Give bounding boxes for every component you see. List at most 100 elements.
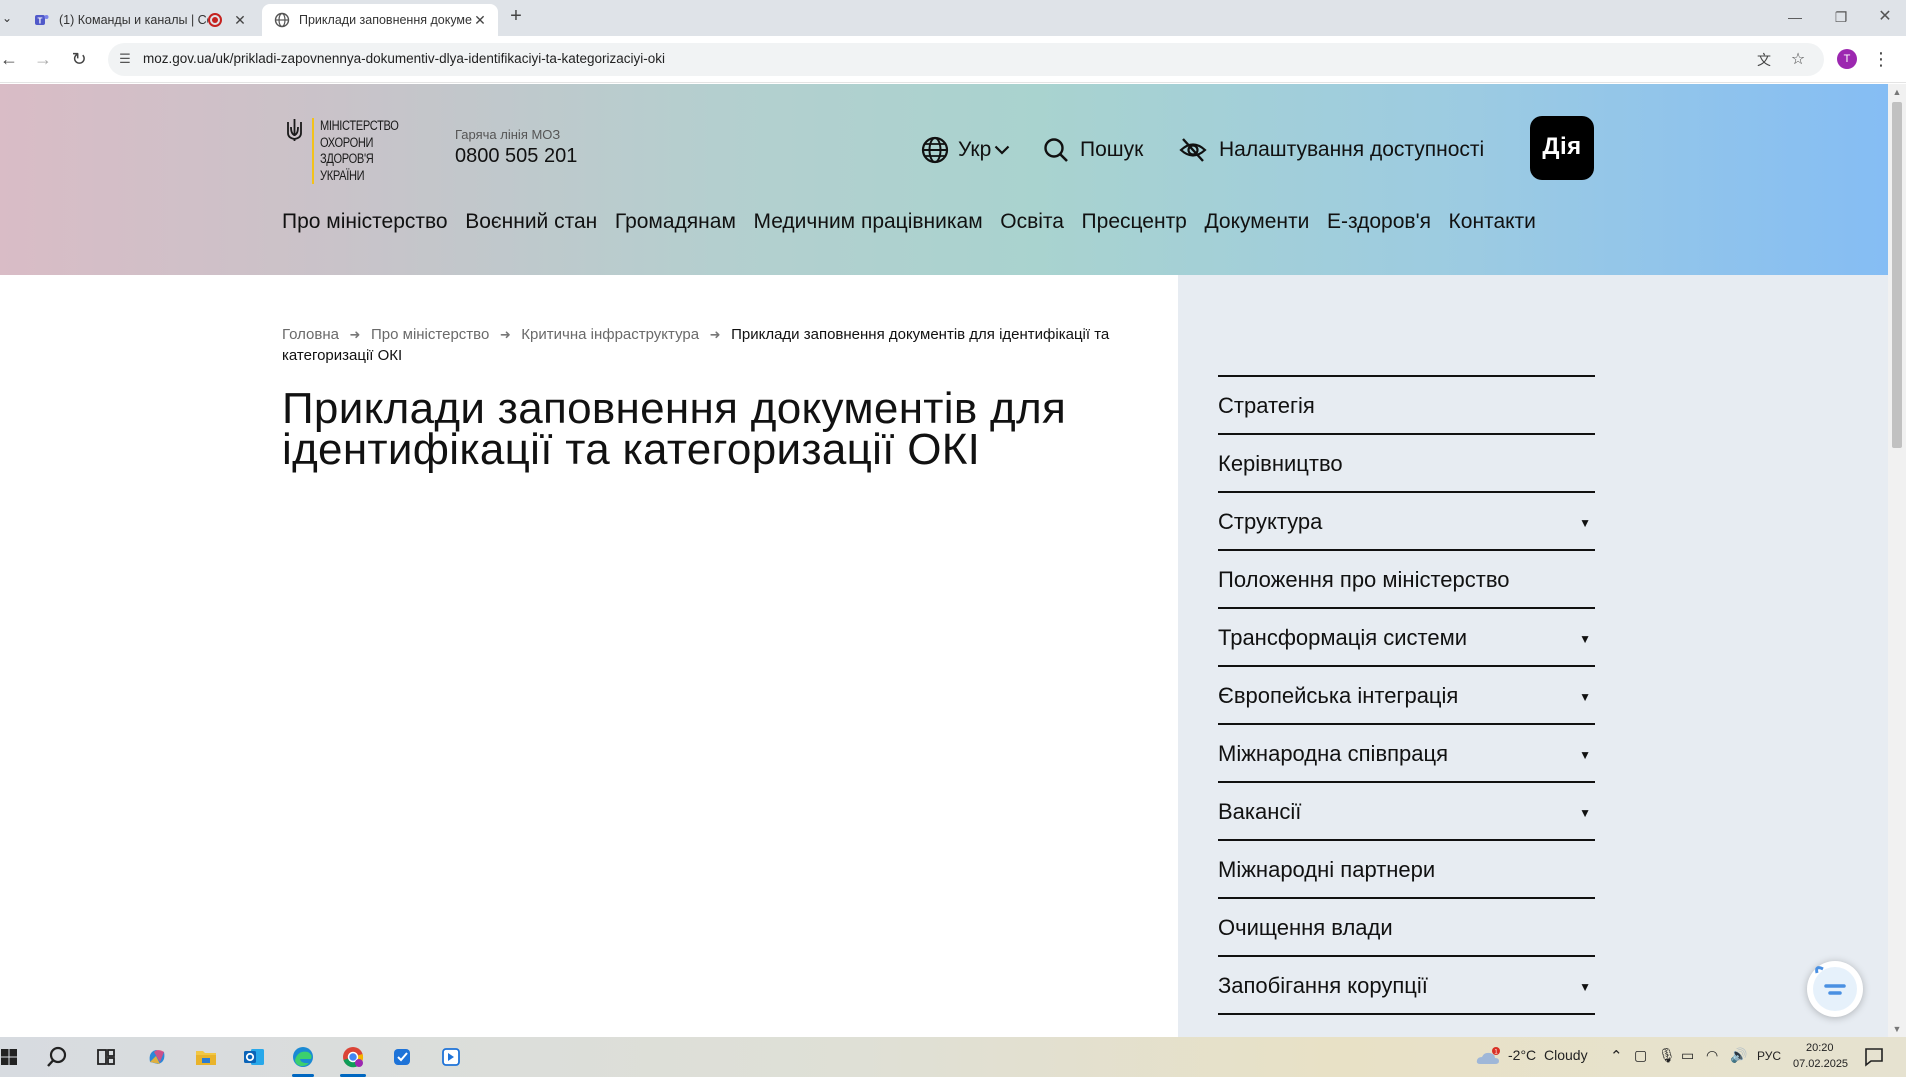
- nav-item-e-health[interactable]: Е-здоров'я: [1327, 210, 1431, 234]
- nav-item-contacts[interactable]: Контакти: [1449, 210, 1536, 234]
- scroll-up-arrow-icon[interactable]: ▲: [1888, 84, 1906, 100]
- tab-title: (1) Команды и каналы | Co: [59, 13, 208, 27]
- sidebar-item-regulations[interactable]: Положення про міністерство: [1218, 551, 1595, 609]
- task-view-icon[interactable]: [93, 1044, 119, 1070]
- accessibility-settings-button[interactable]: Налаштування доступності: [1179, 134, 1484, 166]
- sidebar-item-vacancies[interactable]: Вакансії ▼: [1218, 783, 1595, 841]
- nav-item-martial-law[interactable]: Воєнний стан: [465, 210, 597, 234]
- globe-icon: [274, 12, 290, 28]
- breadcrumb: Головна ➜ Про міністерство ➜ Критична інфрас…: [282, 324, 1152, 366]
- tab-title: Приклади заповнення докуме: [299, 13, 472, 27]
- clock-date[interactable]: 07.02.2025: [1793, 1058, 1848, 1070]
- page-scrollbar[interactable]: ▲ ▼: [1888, 84, 1906, 1037]
- caret-down-icon: ▼: [1579, 632, 1591, 646]
- sidebar-item-lustration[interactable]: Очищення влади: [1218, 899, 1595, 957]
- tab-search-dropdown[interactable]: ⌄: [0, 8, 14, 28]
- new-tab-button[interactable]: +: [505, 6, 527, 28]
- back-icon[interactable]: ←: [0, 46, 22, 72]
- profile-avatar[interactable]: T: [1837, 49, 1857, 69]
- address-bar[interactable]: ☰ moz.gov.ua/uk/prikladi-zapovnennya-dok…: [108, 43, 1824, 76]
- language-switcher[interactable]: Укр: [921, 134, 1010, 166]
- sidebar-item-european-integration[interactable]: Європейська інтеграція ▼: [1218, 667, 1595, 725]
- meet-now-icon[interactable]: ▢: [1634, 1047, 1647, 1064]
- reload-icon[interactable]: ↻: [66, 46, 92, 72]
- windows-taskbar: 1 -2°C Cloudy ⌃ ▢ 🎙 ▭ ◠ 🔊 РУС 20:20 07.0…: [0, 1037, 1906, 1077]
- caret-down-icon: ▼: [1579, 980, 1591, 994]
- file-explorer-icon[interactable]: [193, 1044, 219, 1070]
- sidebar-item-system-transformation[interactable]: Трансформація системи ▼: [1218, 609, 1595, 667]
- sidebar-item-international-partners[interactable]: Міжнародні партнери: [1218, 841, 1595, 899]
- bookmark-star-icon[interactable]: ☆: [1787, 49, 1809, 71]
- search-button[interactable]: Пошук: [1043, 134, 1143, 166]
- search-icon: [1044, 138, 1068, 162]
- forward-icon[interactable]: →: [30, 46, 56, 72]
- sidebar-item-structure[interactable]: Структура ▼: [1218, 493, 1595, 551]
- outlook-icon[interactable]: [241, 1044, 267, 1070]
- logo-accent-bar: [312, 118, 314, 184]
- trident-icon: [287, 119, 302, 141]
- search-icon[interactable]: [44, 1044, 70, 1070]
- sidebar-item-leadership[interactable]: Керівництво: [1218, 435, 1595, 493]
- caret-down-icon: ▼: [1579, 516, 1591, 530]
- logo-text: МІНІСТЕРСТВО ОХОРОНИ ЗДОРОВ'Я УКРАЇНИ: [320, 118, 399, 183]
- nav-item-education[interactable]: Освіта: [1000, 210, 1064, 234]
- site-settings-icon[interactable]: ☰: [116, 50, 134, 68]
- caret-down-icon: ▼: [1579, 690, 1591, 704]
- nav-item-documents[interactable]: Документи: [1204, 210, 1309, 234]
- browser-tab-active[interactable]: Приклади заповнення докуме ✕: [262, 4, 498, 36]
- browser-tab-strip: ⌄ T (1) Команды и каналы | Co ✕ Приклади…: [0, 0, 1906, 36]
- translate-icon[interactable]: 文: [1753, 49, 1775, 71]
- nav-item-citizens[interactable]: Громадянам: [615, 210, 736, 234]
- battery-icon[interactable]: ▭: [1681, 1047, 1694, 1064]
- volume-icon[interactable]: 🔊: [1730, 1047, 1747, 1064]
- eye-off-icon: [1179, 138, 1207, 162]
- sidebar-item-strategy[interactable]: Стратегія: [1218, 377, 1595, 435]
- search-label: Пошук: [1080, 138, 1144, 161]
- microphone-icon[interactable]: 🎙: [1658, 1047, 1676, 1064]
- minimize-window-icon[interactable]: —: [1772, 0, 1818, 34]
- clock-time[interactable]: 20:20: [1806, 1042, 1834, 1054]
- svg-text:T: T: [38, 17, 43, 26]
- caret-down-icon: ▼: [1579, 806, 1591, 820]
- app-icon-blue-square[interactable]: [389, 1044, 415, 1070]
- close-tab-icon[interactable]: ✕: [472, 12, 488, 29]
- windows-start-icon[interactable]: [0, 1044, 22, 1070]
- show-hidden-icons-chevron-icon[interactable]: ⌃: [1610, 1047, 1623, 1065]
- wifi-icon[interactable]: ◠: [1706, 1047, 1718, 1064]
- nav-item-about-ministry[interactable]: Про міністерство: [282, 210, 448, 234]
- breadcrumb-link-about[interactable]: Про міністерство: [371, 326, 489, 343]
- hotline-number[interactable]: 0800 505 201: [455, 145, 577, 168]
- close-window-icon[interactable]: ✕: [1862, 0, 1906, 34]
- sidebar-item-international-cooperation[interactable]: Міжнародна співпраця ▼: [1218, 725, 1595, 783]
- copilot-icon[interactable]: [144, 1044, 170, 1070]
- browser-menu-icon[interactable]: ⋮: [1872, 48, 1890, 70]
- breadcrumb-link-critical-infrastructure[interactable]: Критична інфраструктура: [521, 326, 699, 343]
- sidebar-navigation: Стратегія Керівництво Структура ▼ Положен…: [1218, 375, 1595, 1015]
- scroll-down-arrow-icon[interactable]: ▼: [1888, 1021, 1906, 1037]
- edge-icon[interactable]: [290, 1044, 316, 1070]
- arrow-right-icon: ➜: [499, 327, 511, 342]
- input-language[interactable]: РУС: [1757, 1049, 1781, 1063]
- arrow-right-icon: ➜: [709, 327, 721, 342]
- url-text[interactable]: moz.gov.ua/uk/prikladi-zapovnennya-dokum…: [143, 51, 665, 66]
- chrome-icon[interactable]: [340, 1044, 366, 1070]
- nav-item-press-center[interactable]: Пресцентр: [1082, 210, 1187, 234]
- page-viewport: МІНІСТЕРСТВО ОХОРОНИ ЗДОРОВ'Я УКРАЇНИ Га…: [0, 84, 1888, 1037]
- ministry-logo[interactable]: МІНІСТЕРСТВО ОХОРОНИ ЗДОРОВ'Я УКРАЇНИ: [286, 118, 416, 184]
- nav-item-medical-workers[interactable]: Медичним працівникам: [753, 210, 982, 234]
- app-icon-remote[interactable]: [438, 1044, 464, 1070]
- scroll-thumb[interactable]: [1892, 102, 1902, 448]
- browser-tab-teams[interactable]: T (1) Команды и каналы | Co ✕: [22, 4, 258, 36]
- breadcrumb-link-home[interactable]: Головна: [282, 326, 339, 343]
- weather-cloudy-icon[interactable]: 1: [1476, 1047, 1502, 1067]
- notification-center-icon[interactable]: [1863, 1046, 1885, 1068]
- sidebar-item-anti-corruption[interactable]: Запобігання корупції ▼: [1218, 957, 1595, 1015]
- weather-temperature[interactable]: -2°C: [1508, 1047, 1536, 1063]
- restore-window-icon[interactable]: ❐: [1818, 0, 1864, 34]
- weather-condition[interactable]: Cloudy: [1544, 1047, 1588, 1063]
- close-tab-icon[interactable]: ✕: [232, 12, 248, 29]
- chat-button[interactable]: [1807, 961, 1863, 1017]
- diia-button[interactable]: Дія: [1530, 116, 1594, 180]
- recording-icon: [208, 13, 222, 27]
- chat-bubble-icon: [1815, 966, 1846, 995]
